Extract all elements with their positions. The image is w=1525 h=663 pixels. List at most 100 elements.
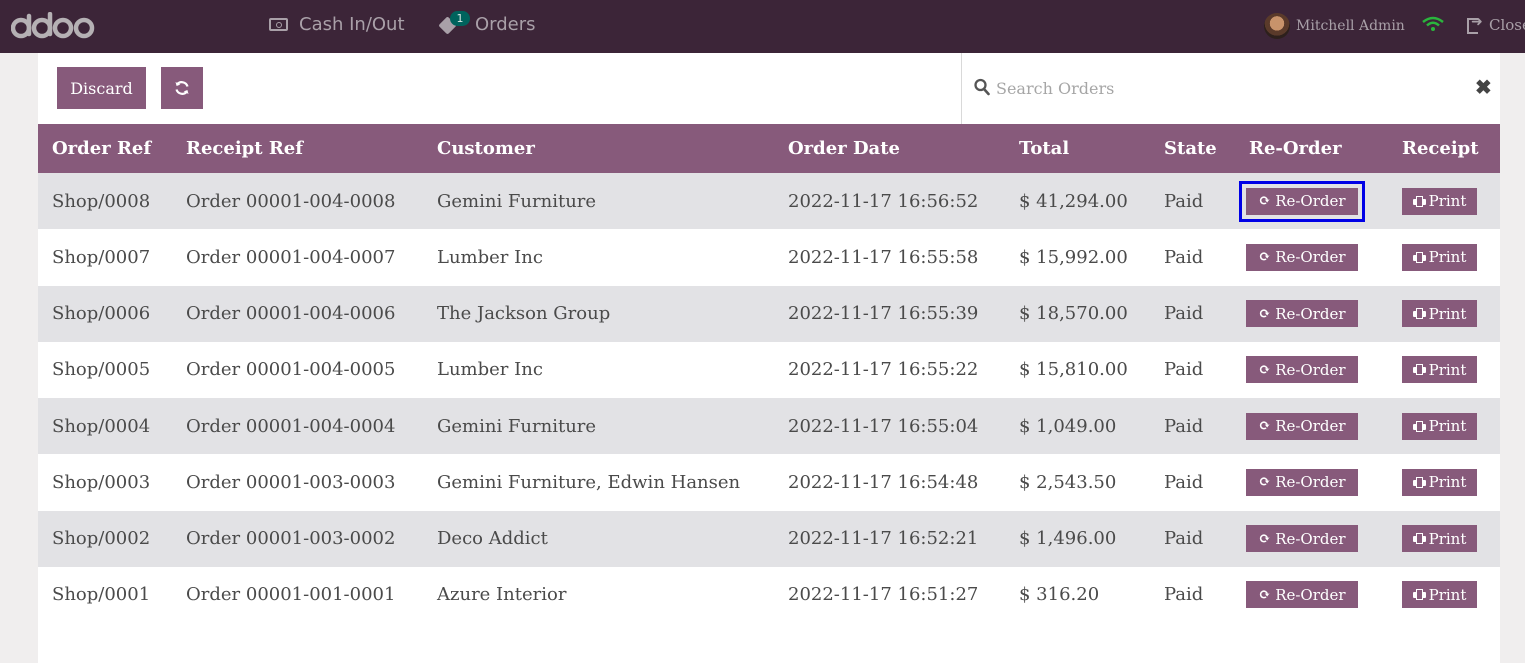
state-cell: Paid bbox=[1164, 303, 1204, 325]
customer-cell: Lumber Inc bbox=[437, 359, 543, 381]
close-button[interactable]: Close bbox=[1467, 14, 1525, 34]
print-button[interactable]: Print bbox=[1402, 300, 1477, 328]
table-header-row: Order Ref Receipt Ref Customer Order Dat… bbox=[38, 124, 1500, 173]
discard-button[interactable]: Discard bbox=[57, 67, 146, 109]
state-cell: Paid bbox=[1164, 190, 1204, 212]
total-cell: $ 1,496.00 bbox=[1019, 528, 1117, 550]
print-label: Print bbox=[1428, 304, 1467, 323]
avatar bbox=[1264, 13, 1290, 39]
print-button[interactable]: Print bbox=[1402, 468, 1477, 496]
refresh-icon: ⟳ bbox=[1258, 586, 1271, 603]
re-order-button[interactable]: ⟳ Re-Order bbox=[1239, 180, 1365, 222]
refresh-icon: ⟳ bbox=[1258, 474, 1271, 491]
search-box: ✖ bbox=[961, 53, 1500, 124]
re-order-button[interactable]: ⟳ Re-Order bbox=[1246, 243, 1358, 271]
print-label: Print bbox=[1428, 529, 1467, 548]
top-bar: Cash In/Out 1 Orders Mitchell Admin Clos… bbox=[0, 0, 1525, 53]
print-button[interactable]: Print bbox=[1402, 525, 1477, 553]
table-row[interactable]: Shop/0003 Order 00001-003-0003 Gemini Furn… bbox=[38, 454, 1500, 511]
receipt-cell: Print bbox=[1388, 286, 1500, 342]
state-cell: Paid bbox=[1164, 415, 1204, 437]
print-icon bbox=[1412, 195, 1426, 207]
receipt-ref-cell: Order 00001-004-0006 bbox=[186, 303, 396, 325]
print-button[interactable]: Print bbox=[1402, 581, 1477, 609]
orders-label: Orders bbox=[475, 14, 536, 35]
print-button[interactable]: Print bbox=[1402, 243, 1477, 271]
print-label: Print bbox=[1428, 360, 1467, 379]
col-header-re-order: Re-Order bbox=[1249, 138, 1342, 159]
table-row[interactable]: Shop/0007 Order 00001-004-0007 Lumber Inc 2… bbox=[38, 229, 1500, 286]
order-date-cell: 2022-11-17 16:55:04 bbox=[788, 415, 979, 437]
refresh-icon: ⟳ bbox=[1258, 418, 1271, 435]
re-order-button[interactable]: ⟳ Re-Order bbox=[1246, 300, 1358, 328]
order-ref-cell: Shop/0004 bbox=[52, 415, 151, 437]
search-icon bbox=[974, 78, 990, 96]
order-ref-cell: Shop/0006 bbox=[52, 303, 151, 325]
receipt-cell: Print bbox=[1388, 511, 1500, 567]
table-row[interactable]: Shop/0006 Order 00001-004-0006 The Jackson… bbox=[38, 285, 1500, 342]
receipt-cell: Print bbox=[1388, 454, 1500, 510]
print-label: Print bbox=[1428, 585, 1467, 604]
re-order-label: Re-Order bbox=[1275, 248, 1346, 267]
refresh-button[interactable] bbox=[161, 67, 203, 109]
total-cell: $ 18,570.00 bbox=[1019, 303, 1128, 325]
re-order-button[interactable]: ⟳ Re-Order bbox=[1246, 412, 1358, 440]
print-icon bbox=[1412, 251, 1426, 263]
re-order-label: Re-Order bbox=[1275, 585, 1346, 604]
receipt-cell: Print bbox=[1388, 342, 1500, 398]
print-button[interactable]: Print bbox=[1402, 412, 1477, 440]
table-row[interactable]: Shop/0002 Order 00001-003-0002 Deco Addict… bbox=[38, 510, 1500, 567]
re-order-label: Re-Order bbox=[1275, 529, 1346, 548]
re-order-button[interactable]: ⟳ Re-Order bbox=[1246, 468, 1358, 496]
user-menu[interactable]: Mitchell Admin bbox=[1264, 13, 1405, 39]
orders-count-badge: 1 bbox=[450, 11, 470, 26]
odoo-logo bbox=[11, 12, 95, 40]
order-date-cell: 2022-11-17 16:54:48 bbox=[788, 471, 979, 493]
refresh-icon: ⟳ bbox=[1258, 193, 1271, 210]
print-button[interactable]: Print bbox=[1402, 356, 1477, 384]
receipt-cell: Print bbox=[1388, 567, 1500, 623]
order-ref-cell: Shop/0008 bbox=[52, 190, 151, 212]
close-label: Close bbox=[1489, 16, 1525, 34]
receipt-ref-cell: Order 00001-004-0007 bbox=[186, 246, 396, 268]
order-date-cell: 2022-11-17 16:56:52 bbox=[788, 190, 979, 212]
print-icon bbox=[1412, 589, 1426, 601]
col-header-state: State bbox=[1164, 138, 1217, 159]
search-input[interactable] bbox=[996, 75, 1446, 101]
re-order-cell: ⟳ Re-Order bbox=[1235, 398, 1388, 454]
print-icon bbox=[1412, 533, 1426, 545]
table-row[interactable]: Shop/0004 Order 00001-004-0004 Gemini Furn… bbox=[38, 398, 1500, 455]
col-header-receipt-ref: Receipt Ref bbox=[186, 138, 303, 159]
total-cell: $ 41,294.00 bbox=[1019, 190, 1128, 212]
table-row[interactable]: Shop/0001 Order 00001-001-0001 Azure Inter… bbox=[38, 566, 1500, 623]
re-order-cell: ⟳ Re-Order bbox=[1235, 454, 1388, 510]
refresh-icon: ⟳ bbox=[1258, 361, 1271, 378]
re-order-button[interactable]: ⟳ Re-Order bbox=[1246, 581, 1358, 609]
clear-search-icon[interactable]: ✖ bbox=[1475, 75, 1492, 99]
state-cell: Paid bbox=[1164, 359, 1204, 381]
re-order-label: Re-Order bbox=[1275, 192, 1346, 211]
refresh-icon: ⟳ bbox=[1258, 530, 1271, 547]
cash-in-out-label: Cash In/Out bbox=[299, 14, 405, 35]
print-label: Print bbox=[1428, 248, 1467, 267]
customer-cell: Gemini Furniture, Edwin Hansen bbox=[437, 471, 741, 493]
receipt-ref-cell: Order 00001-001-0001 bbox=[186, 584, 396, 606]
customer-cell: Lumber Inc bbox=[437, 246, 543, 268]
cash-in-out-button[interactable]: Cash In/Out bbox=[269, 14, 405, 35]
table-row[interactable]: Shop/0005 Order 00001-004-0005 Lumber Inc 2… bbox=[38, 341, 1500, 398]
re-order-cell: ⟳ Re-Order bbox=[1235, 229, 1388, 285]
re-order-cell: ⟳ Re-Order bbox=[1235, 286, 1388, 342]
customer-cell: Gemini Furniture bbox=[437, 190, 597, 212]
orders-button[interactable]: 1 Orders bbox=[438, 11, 536, 35]
state-cell: Paid bbox=[1164, 584, 1204, 606]
state-cell: Paid bbox=[1164, 471, 1204, 493]
re-order-button[interactable]: ⟳ Re-Order bbox=[1246, 525, 1358, 553]
re-order-cell: ⟳ Re-Order bbox=[1235, 173, 1388, 229]
state-cell: Paid bbox=[1164, 246, 1204, 268]
re-order-button[interactable]: ⟳ Re-Order bbox=[1246, 356, 1358, 384]
order-ref-cell: Shop/0001 bbox=[52, 584, 151, 606]
print-label: Print bbox=[1428, 417, 1467, 436]
print-button[interactable]: Print bbox=[1402, 187, 1477, 215]
re-order-cell: ⟳ Re-Order bbox=[1235, 511, 1388, 567]
table-row[interactable]: Shop/0008 Order 00001-004-0008 Gemini Furn… bbox=[38, 173, 1500, 230]
